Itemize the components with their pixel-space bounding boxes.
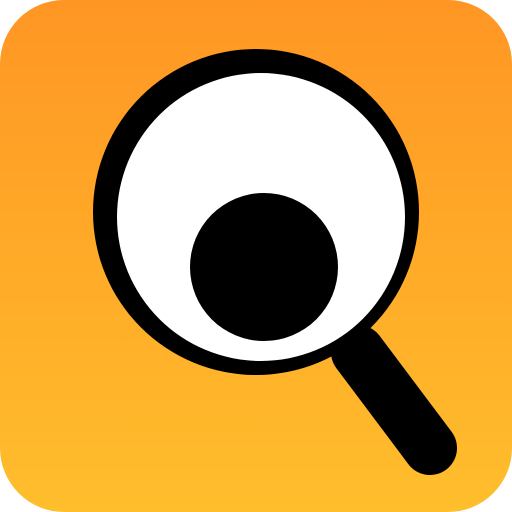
app-icon[interactable] bbox=[0, 0, 512, 512]
magnifier-eye-icon bbox=[0, 0, 512, 512]
eye-pupil bbox=[190, 193, 338, 341]
